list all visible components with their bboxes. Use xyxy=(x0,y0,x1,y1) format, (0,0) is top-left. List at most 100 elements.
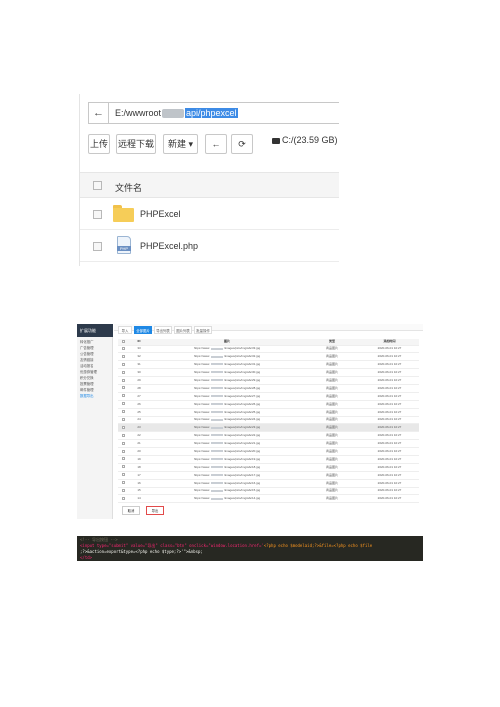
cell-image: https://www. /images/pics/img/abc18.jpg xyxy=(150,463,304,472)
row-checkbox-cell[interactable] xyxy=(118,463,128,472)
path-a: https://www. xyxy=(193,354,210,359)
file-name[interactable]: PHPExcel xyxy=(140,209,181,219)
tab[interactable]: 导出列表 xyxy=(154,326,172,334)
back-arrow-button[interactable]: ← xyxy=(205,134,227,154)
row-checkbox[interactable] xyxy=(121,465,125,469)
tab-active[interactable]: 全部图片 xyxy=(134,326,152,334)
row-checkbox-cell[interactable] xyxy=(118,376,128,385)
file-name[interactable]: PHPExcel.php xyxy=(140,241,198,251)
table-row[interactable]: 24 https://www. /images/pics/img/abc24.jpg… xyxy=(118,416,419,425)
row-checkbox[interactable] xyxy=(121,370,125,374)
path-b: /images/pics/img/abc21.jpg xyxy=(223,441,261,446)
row-checkbox[interactable] xyxy=(121,386,125,390)
row-checkbox[interactable] xyxy=(121,433,125,437)
row-checkbox-cell[interactable] xyxy=(118,455,128,464)
sidebar-item[interactable]: 投票管理 xyxy=(80,381,94,386)
sidebar-item[interactable]: 公告管理 xyxy=(80,351,94,356)
row-checkbox[interactable] xyxy=(121,449,125,453)
table-row[interactable]: 26 https://www. /images/pics/img/abc26.jpg… xyxy=(118,400,419,409)
row-checkbox[interactable] xyxy=(121,496,125,500)
sidebar-item[interactable]: 活动报名 xyxy=(80,363,94,368)
table-row[interactable]: 23 https://www. /images/pics/img/abc23.jpg… xyxy=(118,423,419,433)
table-row[interactable]: 14 https://www. /images/pics/img/abc14.jpg… xyxy=(118,494,419,504)
row-checkbox-cell[interactable] xyxy=(118,447,128,456)
row-checkbox[interactable] xyxy=(121,441,125,445)
row-checkbox-cell[interactable] xyxy=(118,352,128,362)
row-checkbox-cell[interactable] xyxy=(118,423,128,433)
row-checkbox[interactable] xyxy=(121,378,125,382)
row-checkbox-cell[interactable] xyxy=(118,345,128,354)
path-bar[interactable]: ← E:/wwwroot api/phpexcel xyxy=(88,102,339,124)
table-row[interactable]: 22 https://www. /images/pics/img/abc22.jpg… xyxy=(118,431,419,441)
row-checkbox-cell[interactable] xyxy=(118,392,128,401)
row-checkbox[interactable] xyxy=(121,410,125,414)
row-checkbox[interactable] xyxy=(121,346,125,350)
row-checkbox-cell[interactable] xyxy=(118,384,128,393)
row-checkbox[interactable] xyxy=(121,417,125,421)
sidebar-item[interactable]: 邮件管理 xyxy=(80,387,94,392)
table-row[interactable]: 17 https://www. /images/pics/img/abc17.jpg… xyxy=(118,471,419,480)
row-checkbox-cell[interactable] xyxy=(118,471,128,480)
tab[interactable]: 导入 xyxy=(118,326,132,334)
table-row[interactable]: 25 https://www. /images/pics/img/abc25.jpg… xyxy=(118,408,419,417)
table-row[interactable]: 16 https://www. /images/pics/img/abc16.jpg… xyxy=(118,479,419,488)
cell-type: 商品图片 xyxy=(304,447,360,456)
row-checkbox-cell[interactable] xyxy=(118,494,128,504)
tab[interactable]: 批量操作 xyxy=(194,326,212,334)
row-checkbox-cell[interactable] xyxy=(118,408,128,417)
row-checkbox[interactable] xyxy=(93,210,102,219)
row-checkbox[interactable] xyxy=(121,481,125,485)
table-row[interactable]: 28 https://www. /images/pics/img/abc28.jpg… xyxy=(118,384,419,393)
table-row[interactable]: 32 https://www. /images/pics/img/abc32.jpg… xyxy=(118,352,419,362)
row-checkbox[interactable] xyxy=(121,488,125,492)
row-checkbox-cell[interactable] xyxy=(118,439,128,449)
sidebar-item[interactable]: 优惠券管理 xyxy=(80,369,97,374)
cancel-button[interactable]: 取消 xyxy=(122,506,140,515)
table-row[interactable]: 18 https://www. /images/pics/img/abc18.jpg… xyxy=(118,463,419,472)
row-checkbox[interactable] xyxy=(121,354,125,358)
row-checkbox[interactable] xyxy=(121,457,125,461)
table-row[interactable]: 33 https://www. /images/pics/img/abc33.jpg… xyxy=(118,345,419,354)
row-checkbox[interactable] xyxy=(121,473,125,477)
redacted-segment xyxy=(210,371,223,374)
table-row[interactable]: 30 https://www. /images/pics/img/abc30.jpg… xyxy=(118,368,419,378)
table-row[interactable]: 19 https://www. /images/pics/img/abc19.jpg… xyxy=(118,455,419,464)
row-checkbox[interactable] xyxy=(121,425,125,429)
select-all-checkbox[interactable] xyxy=(93,181,102,190)
table-row[interactable]: 20 https://www. /images/pics/img/abc20.jpg… xyxy=(118,447,419,456)
new-button[interactable]: 新建 ▾ xyxy=(163,134,198,154)
row-checkbox-cell[interactable] xyxy=(118,360,128,370)
path-text[interactable]: E:/wwwroot api/phpexcel xyxy=(115,103,238,123)
row-checkbox[interactable] xyxy=(93,242,102,251)
row-checkbox[interactable] xyxy=(121,402,125,406)
row-checkbox-cell[interactable] xyxy=(118,431,128,441)
table-row[interactable]: 29 https://www. /images/pics/img/abc29.jpg… xyxy=(118,376,419,385)
row-checkbox-cell[interactable] xyxy=(118,416,128,425)
sidebar-item-active[interactable]: 数据导出 xyxy=(80,393,94,398)
row-checkbox[interactable] xyxy=(121,394,125,398)
row-checkbox-cell[interactable] xyxy=(118,487,128,496)
sidebar-item[interactable]: 广告管理 xyxy=(80,345,94,350)
tab[interactable]: 图片列表 xyxy=(174,326,192,334)
remote-download-button[interactable]: 远程下载 xyxy=(116,134,156,154)
sidebar-item[interactable]: 友情链接 xyxy=(80,357,94,362)
file-row-folder[interactable]: PHPExcel xyxy=(80,198,339,230)
sidebar-item[interactable]: 转化推广 xyxy=(80,339,94,344)
row-checkbox-cell[interactable] xyxy=(118,368,128,378)
table-row[interactable]: 27 https://www. /images/pics/img/abc27.jpg… xyxy=(118,392,419,401)
row-checkbox-cell[interactable] xyxy=(118,479,128,488)
select-all-checkbox[interactable] xyxy=(121,339,125,343)
table-row[interactable]: 31 https://www. /images/pics/img/abc31.jpg… xyxy=(118,360,419,370)
export-button[interactable]: 导出 xyxy=(146,506,164,515)
upload-button[interactable]: 上传 xyxy=(88,134,110,154)
row-checkbox-cell[interactable] xyxy=(118,400,128,409)
refresh-button[interactable]: ⟳ xyxy=(231,134,253,154)
row-checkbox[interactable] xyxy=(121,362,125,366)
back-arrow-icon[interactable]: ← xyxy=(89,103,109,123)
table-row[interactable]: 21 https://www. /images/pics/img/abc21.jpg… xyxy=(118,439,419,449)
image-table: ID 图片 类型 添加时间 33 https://www./images/pics… xyxy=(118,339,419,504)
sidebar-item[interactable]: 积分兑换 xyxy=(80,375,94,380)
path-a: https://www. xyxy=(193,425,210,430)
file-row-php[interactable]: PHP PHPExcel.php xyxy=(80,230,339,262)
table-row[interactable]: 15 https://www. /images/pics/img/abc15.jpg… xyxy=(118,487,419,496)
